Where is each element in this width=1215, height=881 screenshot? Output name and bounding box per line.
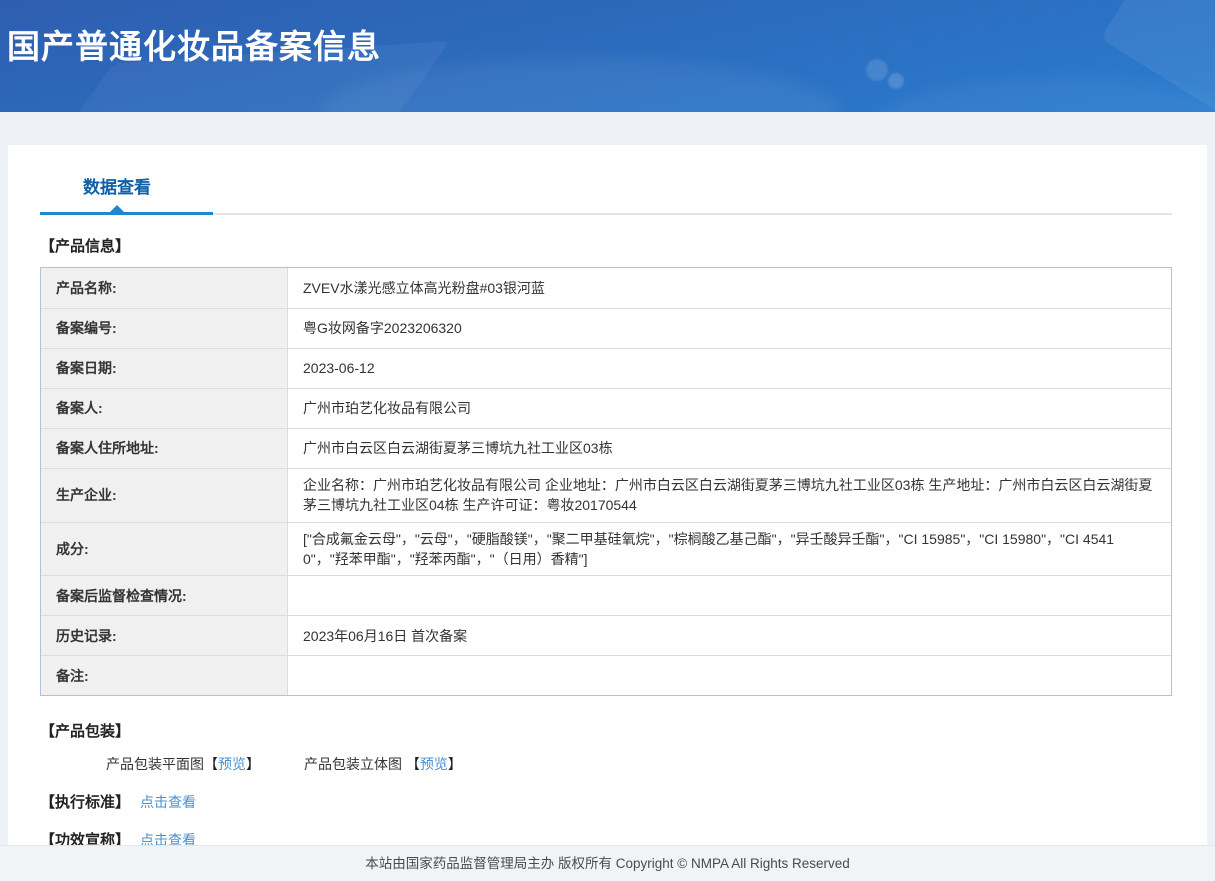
- row-value: 广州市珀艺化妆品有限公司: [303, 400, 471, 417]
- row-label: 备案日期:: [41, 349, 288, 388]
- header-decoration-circle-large: [866, 59, 888, 81]
- bracket-close: 】: [246, 756, 260, 773]
- packaging-flat-preview-link[interactable]: 预览: [218, 756, 246, 772]
- packaging-item-label: 产品包装立体图: [304, 756, 406, 773]
- row-label: 产品名称:: [41, 268, 288, 308]
- row-value: 企业名称：广州市珀艺化妆品有限公司 企业地址：广州市白云区白云湖街夏茅三博坑九社…: [303, 477, 1153, 514]
- header-decoration-circle-small: [888, 73, 904, 89]
- tab-bar: 数据查看: [40, 167, 1172, 215]
- table-row: 备案后监督检查情况:: [41, 575, 1171, 616]
- table-row: 备案人住所地址: 广州市白云区白云湖街夏茅三博坑九社工业区03栋: [41, 428, 1171, 468]
- standards-view-link[interactable]: 点击查看: [140, 792, 196, 812]
- packaging-row: 产品包装平面图【预览】 产品包装立体图 【预览】: [106, 754, 1172, 774]
- row-label: 备案后监督检查情况:: [41, 576, 288, 616]
- row-label: 备案人:: [41, 389, 288, 428]
- section-packaging-title: 【产品包装】: [40, 723, 131, 741]
- standards-label: 【执行标准】: [40, 794, 131, 812]
- table-row: 备案日期: 2023-06-12: [41, 348, 1171, 388]
- page-title: 国产普通化妆品备案信息: [7, 28, 381, 65]
- row-value: 2023-06-12: [303, 360, 375, 377]
- bracket-open: 【: [204, 756, 218, 773]
- row-label: 备案人住所地址:: [41, 429, 288, 468]
- page-header: 国产普通化妆品备案信息: [0, 0, 1215, 112]
- table-row: 产品名称: ZVEV水漾光感立体高光粉盘#03银河蓝: [41, 268, 1171, 308]
- packaging-item-flat: 产品包装平面图【预览】: [106, 754, 260, 774]
- row-label: 历史记录:: [41, 616, 288, 656]
- page-footer: 本站由国家药品监督管理局主办 版权所有 Copyright © NMPA All…: [0, 845, 1215, 881]
- header-decoration-blob-right: [880, 78, 1215, 112]
- page-body: 数据查看 【产品信息】 产品名称: ZVEV水漾光感立体高光粉盘#03银河蓝 备…: [0, 112, 1215, 849]
- table-row: 成分: ["合成氟金云母"，"云母"，"硬脂酸镁"，"聚二甲基硅氧烷"，"棕榈酸…: [41, 521, 1171, 576]
- row-label: 备案编号:: [41, 309, 288, 348]
- row-value: ["合成氟金云母"，"云母"，"硬脂酸镁"，"聚二甲基硅氧烷"，"棕榈酸乙基己酯…: [303, 530, 1115, 567]
- table-row: 生产企业: 企业名称：广州市珀艺化妆品有限公司 企业地址：广州市白云区白云湖街夏…: [41, 468, 1171, 522]
- table-row: 备注:: [41, 655, 1171, 696]
- header-decoration-band: [1100, 0, 1215, 112]
- packaging-3d-preview-link[interactable]: 预览: [420, 756, 448, 772]
- header-decoration-blob: [320, 58, 840, 112]
- table-row: 历史记录: 2023年06月16日 首次备案: [41, 615, 1171, 656]
- copyright-text: 本站由国家药品监督管理局主办 版权所有 Copyright © NMPA All…: [365, 856, 850, 871]
- row-label: 成分:: [41, 522, 288, 576]
- bracket-close: 】: [447, 756, 462, 773]
- row-label: 生产企业:: [41, 469, 288, 522]
- row-value: [288, 590, 1171, 602]
- product-info-table: 产品名称: ZVEV水漾光感立体高光粉盘#03银河蓝 备案编号: 粤G妆网备字2…: [40, 267, 1172, 697]
- table-row: 备案编号: 粤G妆网备字2023206320: [41, 308, 1171, 348]
- bracket-open: 【: [405, 756, 420, 773]
- row-label: 备注:: [41, 656, 288, 696]
- standards-section: 【执行标准】 点击查看: [40, 791, 1172, 812]
- tab-data-view[interactable]: 数据查看: [40, 167, 213, 215]
- section-product-info-title: 【产品信息】: [40, 238, 131, 255]
- row-value: [288, 670, 1171, 682]
- content-card: 数据查看 【产品信息】 产品名称: ZVEV水漾光感立体高光粉盘#03银河蓝 备…: [8, 145, 1207, 849]
- row-value: 2023年06月16日 首次备案: [303, 627, 468, 644]
- row-value: 粤G妆网备字2023206320: [303, 320, 462, 337]
- packaging-item-label: 产品包装平面图: [106, 756, 204, 773]
- packaging-item-3d: 产品包装立体图 【预览】: [304, 754, 462, 774]
- row-value: ZVEV水漾光感立体高光粉盘#03银河蓝: [303, 279, 545, 296]
- table-row: 备案人: 广州市珀艺化妆品有限公司: [41, 388, 1171, 428]
- row-value: 广州市白云区白云湖街夏茅三博坑九社工业区03栋: [303, 440, 613, 457]
